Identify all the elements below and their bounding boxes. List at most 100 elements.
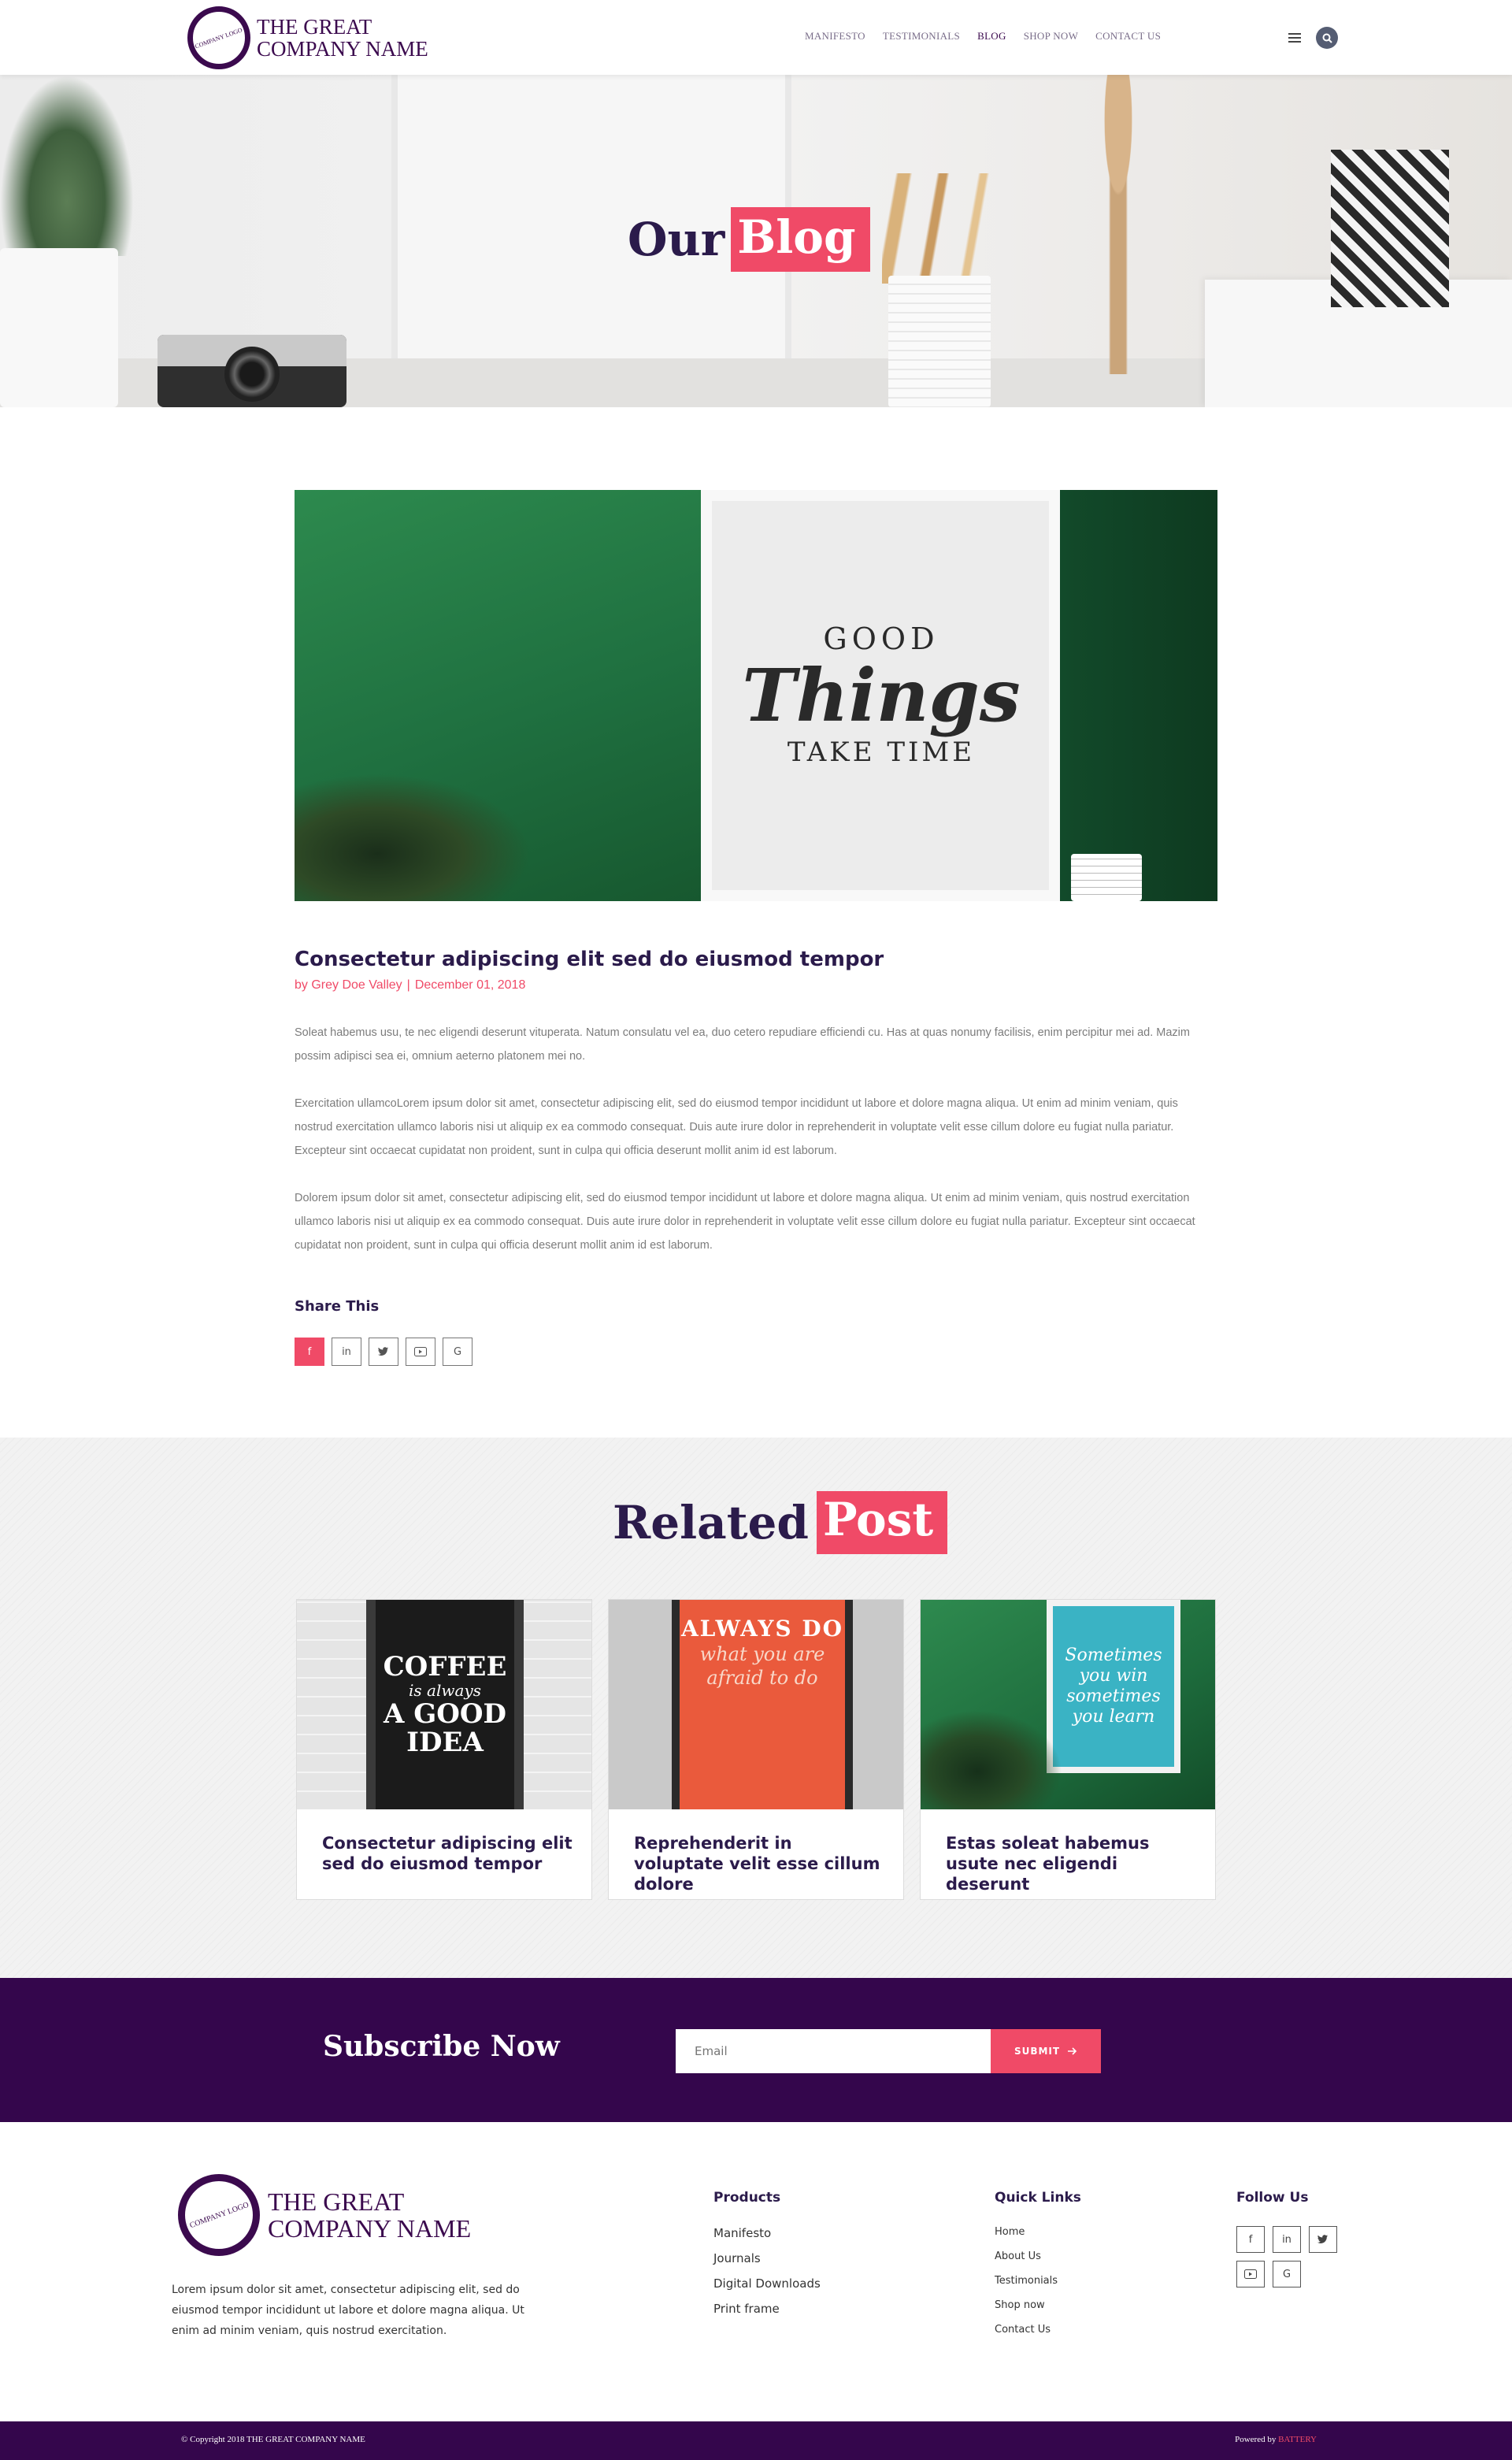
nav-testimonials[interactable]: TESTIMONIALS [883, 30, 960, 43]
related-post-card[interactable]: COFFEE is always A GOOD IDEA Consectetur… [296, 1599, 592, 1900]
post-image-leaf [295, 774, 531, 901]
linkedin-follow-button[interactable]: in [1273, 2226, 1301, 2253]
twitter-icon [378, 1347, 389, 1356]
submit-button[interactable]: SUBMIT [991, 2029, 1101, 2073]
menu-icon[interactable] [1288, 33, 1301, 43]
related-post-card[interactable]: ALWAYS DO what you are afraid to do Repr… [608, 1599, 904, 1900]
youtube-share-button[interactable] [406, 1338, 435, 1366]
google-icon: G [453, 1345, 462, 1358]
related-post-title[interactable]: Estas soleat habemus usute nec eligendi … [946, 1833, 1198, 1894]
logo-line-1: THE GREAT [268, 2187, 405, 2216]
twitter-share-button[interactable] [369, 1338, 398, 1366]
footer-products: Products Manifesto Journals Digital Down… [713, 2190, 821, 2327]
site-footer: COMPANY LOGO THE GREAT COMPANY NAME Lore… [0, 2122, 1512, 2421]
subscribe-section: Subscribe Now SUBMIT [0, 1978, 1512, 2122]
nav-contact-us[interactable]: CONTACT US [1095, 30, 1161, 43]
footer-link-journals[interactable]: Journals [713, 2251, 821, 2265]
site-header: COMPANY LOGO THE GREAT COMPANY NAME MANI… [0, 0, 1512, 75]
subscribe-title: Subscribe Now [323, 2030, 560, 2063]
always-do-poster: ALWAYS DO what you are afraid to do [672, 1600, 853, 1809]
related-post-image[interactable]: COFFEE is always A GOOD IDEA [297, 1600, 591, 1809]
footer-about-text: Lorem ipsum dolor sit amet, consectetur … [172, 2284, 524, 2337]
poster-line-3: TAKE TIME [787, 736, 976, 768]
footer-link-print-frame[interactable]: Print frame [713, 2302, 821, 2316]
logo-badge-text: COMPANY LOGO [194, 25, 244, 50]
footer-logo[interactable]: COMPANY LOGO THE GREAT COMPANY NAME [178, 2174, 471, 2256]
logo-text: THE GREAT COMPANY NAME [268, 2188, 471, 2242]
youtube-icon [1244, 2269, 1257, 2279]
related-post-title[interactable]: Consectetur adipiscing elit sed do eiusm… [322, 1833, 574, 1874]
search-button[interactable] [1316, 27, 1338, 49]
related-post-title[interactable]: Reprehenderit in voluptate velit esse ci… [634, 1833, 886, 1894]
copyright-text: © Copyright 2018 THE GREAT COMPANY NAME [181, 2435, 365, 2444]
facebook-icon: f [307, 1345, 312, 1358]
search-icon [1322, 33, 1332, 43]
nav-blog[interactable]: BLOG [977, 30, 1006, 43]
facebook-share-button[interactable]: f [295, 1338, 324, 1366]
google-icon: G [1282, 2268, 1292, 2280]
post-image-mug [1071, 854, 1142, 901]
share-title: Share This [295, 1298, 380, 1315]
post-author[interactable]: by Grey Doe Valley [295, 978, 402, 992]
related-title-plain: Related [613, 1496, 809, 1549]
post-paragraph: Exercitation ullamcoLorem ipsum dolor si… [295, 1097, 1178, 1157]
footer-link-contact-us[interactable]: Contact Us [995, 2324, 1081, 2336]
footer-link-shop-now[interactable]: Shop now [995, 2299, 1081, 2311]
post-meta: by Grey Doe Valley | December 01, 2018 [295, 978, 525, 993]
logo-line-2: COMPANY NAME [257, 37, 428, 61]
powered-by-brand[interactable]: BATTERY [1278, 2435, 1317, 2444]
footer-link-manifesto[interactable]: Manifesto [713, 2226, 821, 2240]
submit-label: SUBMIT [1014, 2046, 1061, 2057]
follow-buttons: f in G [1236, 2226, 1337, 2287]
youtube-follow-button[interactable] [1236, 2261, 1265, 2287]
hero-pencils-image [882, 173, 1000, 284]
email-input[interactable] [676, 2029, 991, 2073]
poster-text: ALWAYS DO [680, 1616, 844, 1642]
nav-manifesto[interactable]: MANIFESTO [805, 30, 865, 43]
hero-mannequin-image [1071, 75, 1166, 374]
hero-plant-image [0, 75, 134, 256]
linkedin-share-button[interactable]: in [332, 1338, 361, 1366]
logo-badge-text: COMPANY LOGO [188, 2200, 250, 2230]
footer-link-about-us[interactable]: About Us [995, 2250, 1081, 2262]
post-title[interactable]: Consectetur adipiscing elit sed do eiusm… [295, 948, 884, 971]
poster-line-1: GOOD [823, 621, 939, 657]
facebook-follow-button[interactable]: f [1236, 2226, 1265, 2253]
poster-text: is always [409, 1681, 481, 1700]
post-paragraph: Dolorem ipsum dolor sit amet, consectetu… [295, 1192, 1195, 1252]
coffee-poster: COFFEE is always A GOOD IDEA [366, 1600, 524, 1809]
powered-by-label: Powered by [1235, 2435, 1277, 2444]
share-buttons: f in G [295, 1338, 472, 1366]
footer-link-digital-downloads[interactable]: Digital Downloads [713, 2276, 821, 2291]
linkedin-icon: in [1282, 2233, 1292, 2246]
related-post-image[interactable]: Sometimes you win sometimes you learn [921, 1600, 1215, 1809]
post-date: December 01, 2018 [414, 978, 526, 992]
sometimes-poster: Sometimes you win sometimes you learn [1047, 1600, 1180, 1773]
related-title-highlight: Post [816, 1491, 948, 1554]
page-title-highlight: Blog [731, 207, 870, 272]
footer-link-testimonials[interactable]: Testimonials [995, 2275, 1081, 2287]
youtube-icon [414, 1347, 427, 1356]
logo-line-1: THE GREAT [257, 15, 372, 39]
poster-line-2: Things [742, 653, 1021, 739]
related-post-card[interactable]: Sometimes you win sometimes you learn Es… [920, 1599, 1216, 1900]
google-follow-button[interactable]: G [1273, 2261, 1301, 2287]
post-image-wall-right [1060, 490, 1217, 901]
twitter-follow-button[interactable] [1309, 2226, 1337, 2253]
logo-line-2: COMPANY NAME [268, 2214, 472, 2243]
footer-quick-title: Quick Links [995, 2190, 1081, 2206]
hero-camera-lens [224, 347, 280, 402]
related-post-image[interactable]: ALWAYS DO what you are afraid to do [609, 1600, 903, 1809]
footer-link-home[interactable]: Home [995, 2226, 1081, 2238]
related-posts-section: Related Post COFFEE is always A GOOD IDE… [0, 1438, 1512, 1978]
google-share-button[interactable]: G [443, 1338, 472, 1366]
header-logo[interactable]: COMPANY LOGO THE GREAT COMPANY NAME [187, 6, 428, 69]
nav-shop-now[interactable]: SHOP NOW [1024, 30, 1078, 43]
hero-cup-image [888, 276, 991, 407]
poster-text: COFFEE [383, 1651, 507, 1683]
footer-follow-title: Follow Us [1236, 2190, 1309, 2206]
plant-leaf [921, 1710, 1062, 1809]
hero-banner: Our Blog [0, 75, 1512, 407]
post-featured-image: GOOD Things TAKE TIME [295, 490, 1217, 901]
footer-quick-links: Quick Links Home About Us Testimonials S… [995, 2190, 1081, 2348]
